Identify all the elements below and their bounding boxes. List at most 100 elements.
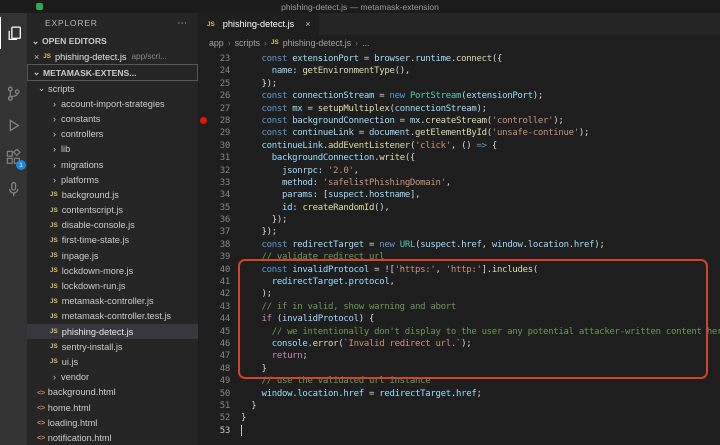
code-line[interactable]: const connectionStream = new PortStream(…: [241, 90, 720, 102]
tree-item-sentry-install.js[interactable]: JSsentry-install.js: [27, 339, 198, 354]
code-line[interactable]: );: [241, 288, 720, 300]
line-number[interactable]: 47: [198, 350, 230, 362]
code-line[interactable]: console.error(`Invalid redirect url.`);: [241, 338, 720, 350]
line-number[interactable]: 40: [198, 264, 230, 276]
code-line[interactable]: const backgroundConnection = mx.createSt…: [241, 115, 720, 127]
code-line[interactable]: }: [241, 363, 720, 375]
line-number[interactable]: 26: [198, 90, 230, 102]
code-line[interactable]: const redirectTarget = new URL(suspect.h…: [241, 239, 720, 251]
tree-item-metamask-controller.test.js[interactable]: JSmetamask-controller.test.js: [27, 309, 198, 324]
tree-item-lockdown-run.js[interactable]: JSlockdown-run.js: [27, 278, 198, 293]
tree-item-metamask-controller.js[interactable]: JSmetamask-controller.js: [27, 294, 198, 309]
line-number[interactable]: 39: [198, 251, 230, 263]
line-number[interactable]: 42: [198, 288, 230, 300]
line-number[interactable]: 31: [198, 152, 230, 164]
line-number[interactable]: 35: [198, 202, 230, 214]
code-line[interactable]: });: [241, 214, 720, 226]
line-number[interactable]: 28: [198, 115, 230, 127]
line-number[interactable]: 49: [198, 375, 230, 387]
tree-item-contentscript.js[interactable]: JScontentscript.js: [27, 203, 198, 218]
code-line[interactable]: id: createRandomId(),: [241, 202, 720, 214]
line-number[interactable]: 25: [198, 78, 230, 90]
breadcrumb-item[interactable]: app: [209, 38, 224, 48]
code-line[interactable]: name: getEnvironmentType(),: [241, 65, 720, 77]
tree-item-migrations[interactable]: ›migrations: [27, 157, 198, 172]
line-number[interactable]: 38: [198, 239, 230, 251]
tree-item-lib[interactable]: ›lib: [27, 142, 198, 157]
code-line[interactable]: // if in valid, show warning and abort: [241, 301, 720, 313]
tree-item-constants[interactable]: ›constants: [27, 111, 198, 126]
code-line[interactable]: return;: [241, 350, 720, 362]
close-icon[interactable]: ×: [34, 52, 39, 62]
tree-item-loading.html[interactable]: <>loading.html: [27, 415, 198, 430]
line-number[interactable]: 52: [198, 412, 230, 424]
line-number[interactable]: 46: [198, 338, 230, 350]
line-number[interactable]: 48: [198, 363, 230, 375]
line-number[interactable]: 51: [198, 400, 230, 412]
line-number[interactable]: 24: [198, 65, 230, 77]
code-line[interactable]: const invalidProtocol = !['https:', 'htt…: [241, 264, 720, 276]
line-number[interactable]: 50: [198, 388, 230, 400]
code-line[interactable]: backgroundConnection.write({: [241, 152, 720, 164]
line-number[interactable]: 23: [198, 53, 230, 65]
tree-item-first-time-state.js[interactable]: JSfirst-time-state.js: [27, 233, 198, 248]
tree-item-vendor[interactable]: ›vendor: [27, 370, 198, 385]
code-line[interactable]: }: [241, 412, 720, 424]
tree-item-background.html[interactable]: <>background.html: [27, 385, 198, 400]
line-number[interactable]: 33: [198, 177, 230, 189]
line-number[interactable]: 44: [198, 313, 230, 325]
line-number[interactable]: 34: [198, 189, 230, 201]
remote-mic-icon[interactable]: [0, 173, 27, 205]
tree-item-notification.html[interactable]: <>notification.html: [27, 430, 198, 445]
line-number[interactable]: 32: [198, 165, 230, 177]
source-control-icon[interactable]: [0, 77, 27, 109]
line-number[interactable]: 43: [198, 301, 230, 313]
tree-item-controllers[interactable]: ›controllers: [27, 127, 198, 142]
code-line[interactable]: continueLink.addEventListener('click', (…: [241, 140, 720, 152]
breadcrumb-item[interactable]: ...: [362, 38, 369, 48]
tree-item-platforms[interactable]: ›platforms: [27, 172, 198, 187]
tree-item-home.html[interactable]: <>home.html: [27, 400, 198, 415]
more-actions-icon[interactable]: ⋯: [177, 18, 188, 29]
tree-item-lockdown-more.js[interactable]: JSlockdown-more.js: [27, 263, 198, 278]
breadcrumb-item[interactable]: scripts: [235, 38, 260, 48]
code-line[interactable]: if (invalidProtocol) {: [241, 313, 720, 325]
tab-phishing-detect[interactable]: JS phishing-detect.js ×: [198, 13, 319, 35]
open-editor-item[interactable]: × JS phishing-detect.js app/scri...: [27, 49, 198, 64]
explorer-icon[interactable]: [0, 17, 27, 49]
tree-item-disable-console.js[interactable]: JSdisable-console.js: [27, 218, 198, 233]
code-line[interactable]: jsonrpc: '2.0',: [241, 165, 720, 177]
tree-item-ui.js[interactable]: JSui.js: [27, 354, 198, 369]
line-number[interactable]: 37: [198, 226, 230, 238]
code-line[interactable]: const continueLink = document.getElement…: [241, 127, 720, 139]
tree-item-scripts[interactable]: ⌄scripts: [27, 81, 198, 96]
code-line[interactable]: const mx = setupMultiplex(connectionStre…: [241, 103, 720, 115]
code-line[interactable]: });: [241, 226, 720, 238]
breakpoint-icon[interactable]: [200, 117, 207, 124]
line-number[interactable]: 53: [198, 425, 230, 437]
line-number[interactable]: 27: [198, 103, 230, 115]
line-number[interactable]: 30: [198, 140, 230, 152]
line-number[interactable]: 45: [198, 326, 230, 338]
tree-item-background.js[interactable]: JSbackground.js: [27, 187, 198, 202]
line-number[interactable]: 36: [198, 214, 230, 226]
code-line[interactable]: }: [241, 400, 720, 412]
workspace-section[interactable]: ⌄ METAMASK-EXTENS...: [27, 64, 198, 81]
code-line[interactable]: params: [suspect.hostname],: [241, 189, 720, 201]
code-line[interactable]: });: [241, 78, 720, 90]
code-line[interactable]: // we intentionally don't display to the…: [241, 326, 720, 338]
tree-item-phishing-detect.js[interactable]: JSphishing-detect.js: [27, 324, 198, 339]
breadcrumb-item[interactable]: phishing-detect.js: [283, 38, 351, 48]
code-line[interactable]: [241, 425, 720, 437]
tree-item-inpage.js[interactable]: JSinpage.js: [27, 248, 198, 263]
open-editors-section[interactable]: ⌄ OPEN EDITORS: [27, 33, 198, 49]
code-line[interactable]: // validate redirect url: [241, 251, 720, 263]
code-editor[interactable]: 2324252627282930313233343536373839404142…: [198, 50, 720, 445]
tree-item-account-import-strategies[interactable]: ›account-import-strategies: [27, 96, 198, 111]
line-number[interactable]: 29: [198, 127, 230, 139]
close-icon[interactable]: ×: [305, 19, 310, 29]
code-line[interactable]: method: 'safelistPhishingDomain',: [241, 177, 720, 189]
run-debug-icon[interactable]: [0, 109, 27, 141]
extensions-icon[interactable]: 1: [0, 141, 27, 173]
code-line[interactable]: // use the validated url instance: [241, 375, 720, 387]
